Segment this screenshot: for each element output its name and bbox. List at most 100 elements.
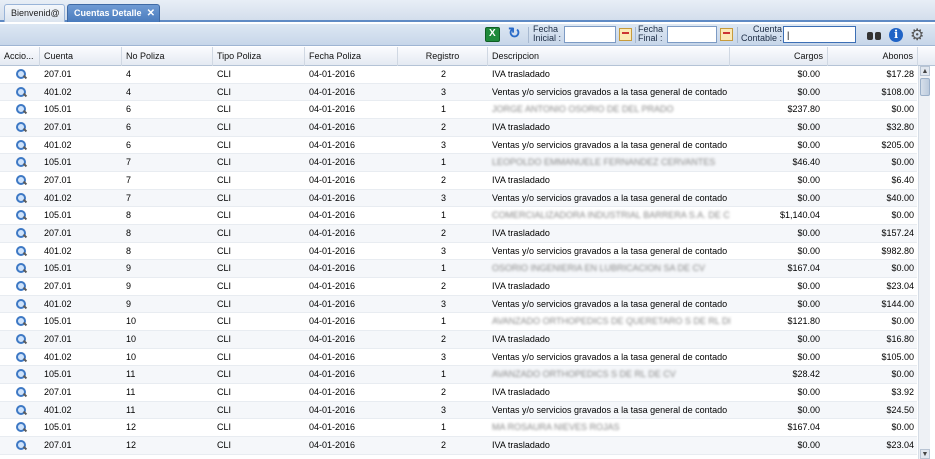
column-header-fecha-poliza[interactable]: Fecha Poliza bbox=[305, 47, 398, 66]
column-header-descripcion[interactable]: Descripcion bbox=[488, 47, 730, 66]
cell-cuenta: 401.02 bbox=[44, 404, 72, 415]
scroll-down-button[interactable]: ▼ bbox=[920, 449, 930, 459]
table-row[interactable]: 401.02 11 CLI 04-01-2016 3 Ventas y/o servici… bbox=[0, 401, 917, 420]
refresh-icon[interactable] bbox=[507, 24, 522, 42]
table-row[interactable]: 401.02 4 CLI 04-01-2016 3 Ventas y/o servicio… bbox=[0, 83, 917, 102]
cell-descripcion: OSORIO INGENIERIA EN LUBRICACION SA DE C… bbox=[492, 263, 706, 274]
view-detail-icon[interactable] bbox=[16, 281, 27, 292]
table-row[interactable]: 105.01 10 CLI 04-01-2016 1 AVANZADO ORTHOPEDI… bbox=[0, 313, 917, 332]
fecha-inicial-label: Fecha Inicial : bbox=[533, 24, 562, 43]
cell-fecha-poliza: 04-01-2016 bbox=[309, 104, 356, 115]
view-detail-icon[interactable] bbox=[16, 387, 27, 398]
table-row[interactable]: 105.01 12 CLI 04-01-2016 1 MA ROSAURA NIEVES … bbox=[0, 419, 917, 438]
table-row[interactable]: 207.01 9 CLI 04-01-2016 2 IVA trasladado $0.00… bbox=[0, 278, 917, 296]
column-header-cuenta[interactable]: Cuenta bbox=[40, 47, 122, 66]
cell-cargos: $167.04 bbox=[787, 422, 820, 433]
table-row[interactable]: 207.01 4 CLI 04-01-2016 2 IVA trasladado $0.00… bbox=[0, 66, 917, 84]
cell-fecha-poliza: 04-01-2016 bbox=[309, 298, 356, 309]
view-detail-icon[interactable] bbox=[16, 157, 27, 168]
column-header-registro[interactable]: Registro bbox=[398, 47, 488, 66]
scroll-thumb[interactable] bbox=[920, 78, 930, 96]
table-row[interactable]: 105.01 6 CLI 04-01-2016 1 JORGE ANTONIO OSORI… bbox=[0, 101, 917, 120]
cell-fecha-poliza: 04-01-2016 bbox=[309, 122, 356, 133]
cell-cargos: $0.00 bbox=[797, 440, 820, 451]
cell-descripcion: IVA trasladado bbox=[492, 334, 550, 345]
settings-icon[interactable] bbox=[910, 25, 924, 45]
view-detail-icon[interactable] bbox=[16, 86, 27, 98]
excel-export-icon[interactable] bbox=[485, 27, 500, 42]
view-detail-icon[interactable] bbox=[16, 192, 27, 204]
table-row[interactable]: 207.01 7 CLI 04-01-2016 2 IVA trasladado $0.00… bbox=[0, 172, 917, 190]
table-row[interactable]: 105.01 8 CLI 04-01-2016 1 COMERCIALIZADORA IN… bbox=[0, 207, 917, 226]
column-header-tipo-poliza[interactable]: Tipo Poliza bbox=[213, 47, 305, 66]
table-row[interactable]: 401.02 7 CLI 04-01-2016 3 Ventas y/o servicio… bbox=[0, 189, 917, 208]
view-detail-icon[interactable] bbox=[16, 422, 27, 433]
cell-abonos: $16.80 bbox=[886, 334, 914, 345]
view-detail-icon[interactable] bbox=[16, 440, 27, 451]
cell-tipo-poliza: CLI bbox=[217, 369, 232, 380]
calendar-icon[interactable] bbox=[619, 28, 632, 41]
cell-cargos: $0.00 bbox=[797, 69, 820, 79]
view-detail-icon[interactable] bbox=[16, 228, 27, 239]
view-detail-icon[interactable] bbox=[16, 263, 27, 274]
table-row[interactable]: 207.01 6 CLI 04-01-2016 2 IVA trasladado $0.00… bbox=[0, 119, 917, 137]
cell-descripcion: IVA trasladado bbox=[492, 440, 550, 451]
cell-fecha-poliza: 04-01-2016 bbox=[309, 369, 356, 380]
tab-cuentas-detalle[interactable]: Cuentas Detalle ✕ bbox=[67, 4, 160, 22]
table-row[interactable]: 401.02 8 CLI 04-01-2016 3 Ventas y/o servicio… bbox=[0, 243, 917, 261]
table-row[interactable]: 401.02 9 CLI 04-01-2016 3 Ventas y/o servicio… bbox=[0, 295, 917, 314]
tab-bienvenido[interactable]: Bienvenid@ bbox=[4, 4, 65, 22]
cell-cuenta: 105.01 bbox=[44, 210, 72, 221]
cell-cuenta: 105.01 bbox=[44, 104, 72, 115]
view-detail-icon[interactable] bbox=[16, 334, 27, 345]
view-detail-icon[interactable] bbox=[16, 104, 27, 115]
cell-registro: 2 bbox=[440, 228, 446, 239]
table-row[interactable]: 207.01 11 CLI 04-01-2016 2 IVA trasladado $0.0… bbox=[0, 384, 917, 402]
view-detail-icon[interactable] bbox=[16, 316, 27, 327]
view-detail-icon[interactable] bbox=[16, 298, 27, 310]
cell-abonos: $24.50 bbox=[886, 404, 914, 415]
column-header-no-poliza[interactable]: No Poliza bbox=[122, 47, 213, 66]
cell-no-poliza: 9 bbox=[126, 298, 132, 309]
cuenta-contable-input[interactable] bbox=[783, 26, 856, 43]
view-detail-icon[interactable] bbox=[16, 404, 27, 416]
table-row[interactable]: 105.01 7 CLI 04-01-2016 1 LEOPOLDO EMMANUELE … bbox=[0, 154, 917, 173]
table-row[interactable]: 105.01 9 CLI 04-01-2016 1 OSORIO INGENIERIA E… bbox=[0, 260, 917, 279]
cell-descripcion: MA ROSAURA NIEVES ROJAS bbox=[492, 422, 620, 433]
table-row[interactable]: 105.01 11 CLI 04-01-2016 1 AVANZADO ORTHOPEDI… bbox=[0, 366, 917, 385]
cell-cuenta: 401.02 bbox=[44, 245, 72, 256]
view-detail-icon[interactable] bbox=[16, 175, 27, 186]
fecha-final-input[interactable] bbox=[667, 26, 717, 43]
scroll-up-button[interactable]: ▲ bbox=[920, 66, 930, 76]
fecha-inicial-input[interactable] bbox=[564, 26, 616, 43]
column-header-acciones[interactable]: Accio... bbox=[0, 47, 40, 66]
cell-abonos: $6.40 bbox=[891, 175, 914, 186]
binoculars-icon[interactable] bbox=[867, 28, 881, 42]
column-header-cargos[interactable]: Cargos bbox=[730, 47, 828, 66]
calendar-icon[interactable] bbox=[720, 28, 733, 41]
close-icon[interactable]: ✕ bbox=[147, 5, 155, 22]
vertical-scrollbar[interactable]: ▲ ▼ bbox=[918, 66, 930, 459]
table-row[interactable]: 207.01 12 CLI 04-01-2016 2 IVA trasladado $0.0… bbox=[0, 437, 917, 455]
table-row[interactable]: 401.02 6 CLI 04-01-2016 3 Ventas y/o servicio… bbox=[0, 137, 917, 155]
table-row[interactable]: 401.02 10 CLI 04-01-2016 3 Ventas y/o servici… bbox=[0, 349, 917, 367]
view-detail-icon[interactable] bbox=[16, 69, 27, 80]
toolbar: Fecha Inicial : Fecha Final : Cuenta Con… bbox=[0, 24, 935, 46]
cell-abonos: $17.28 bbox=[886, 69, 914, 79]
table-row[interactable]: 207.01 10 CLI 04-01-2016 2 IVA trasladado $0.0… bbox=[0, 331, 917, 349]
cell-registro: 1 bbox=[440, 369, 446, 380]
table-row[interactable]: 207.01 8 CLI 04-01-2016 2 IVA trasladado $0.00… bbox=[0, 225, 917, 243]
column-header-abonos[interactable]: Abonos bbox=[828, 47, 918, 66]
cell-abonos: $40.00 bbox=[886, 192, 914, 203]
view-detail-icon[interactable] bbox=[16, 351, 27, 363]
view-detail-icon[interactable] bbox=[16, 245, 27, 257]
view-detail-icon[interactable] bbox=[16, 122, 27, 133]
info-icon[interactable] bbox=[889, 28, 903, 42]
view-detail-icon[interactable] bbox=[16, 210, 27, 221]
cell-cuenta: 207.01 bbox=[44, 175, 72, 186]
cell-cargos: $121.80 bbox=[787, 316, 820, 327]
cell-descripcion: AVANZADO ORTHOPEDICS DE QUERETARO S DE R… bbox=[492, 316, 730, 327]
view-detail-icon[interactable] bbox=[16, 139, 27, 151]
view-detail-icon[interactable] bbox=[16, 369, 27, 380]
cell-fecha-poliza: 04-01-2016 bbox=[309, 192, 356, 203]
